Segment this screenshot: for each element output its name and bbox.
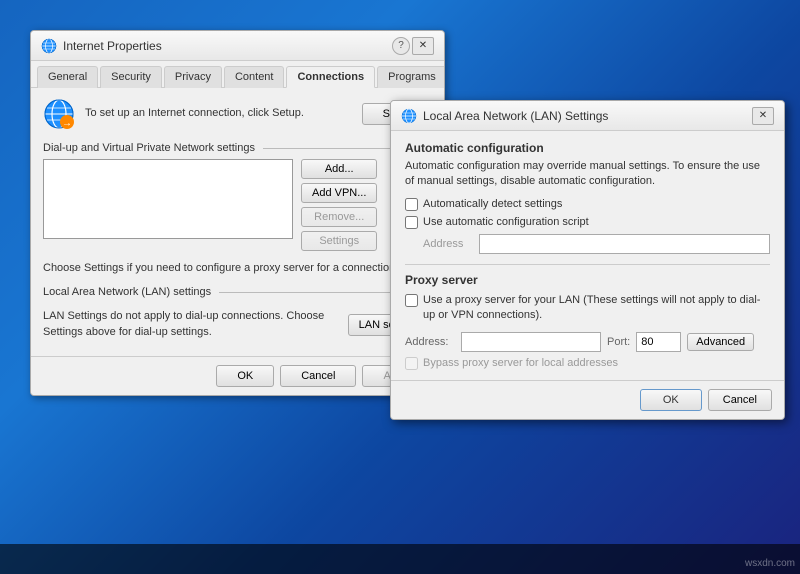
proxy-description: Choose Settings if you need to configure…	[43, 261, 432, 276]
help-button[interactable]: ?	[392, 37, 410, 55]
lan-section: Local Area Network (LAN) settings LAN Se…	[43, 286, 432, 346]
add-button[interactable]: Add...	[301, 159, 377, 179]
proxy-server-title: Proxy server	[405, 273, 770, 287]
internet-properties-footer: OK Cancel Apply	[31, 356, 444, 395]
tab-privacy[interactable]: Privacy	[164, 66, 222, 88]
port-input[interactable]	[636, 332, 681, 352]
lan-titlebar: Local Area Network (LAN) Settings ✕	[391, 101, 784, 131]
setup-description: To set up an Internet connection, click …	[85, 106, 352, 121]
watermark: wsxdn.com	[745, 558, 795, 569]
connections-tab-body: → To set up an Internet connection, clic…	[31, 88, 444, 356]
add-vpn-button[interactable]: Add VPN...	[301, 183, 377, 203]
auto-script-row: Use automatic configuration script	[405, 216, 770, 229]
script-address-input[interactable]	[479, 234, 770, 254]
lan-titlebar-controls: ✕	[752, 107, 774, 125]
auto-config-section: Automatic configuration Automatic config…	[405, 141, 770, 254]
address-label: Address	[423, 238, 471, 250]
proxy-address-input[interactable]	[461, 332, 601, 352]
port-label: Port:	[607, 336, 630, 348]
lan-dialog-icon	[401, 108, 417, 124]
lan-close-button[interactable]: ✕	[752, 107, 774, 125]
internet-properties-icon	[41, 38, 57, 54]
lan-description: LAN Settings do not apply to dial-up con…	[43, 309, 338, 340]
auto-script-label[interactable]: Use automatic configuration script	[423, 216, 589, 228]
dial-up-section-heading: Dial-up and Virtual Private Network sett…	[43, 142, 432, 154]
lan-cancel-button[interactable]: Cancel	[708, 389, 772, 411]
lan-dialog-body: Automatic configuration Automatic config…	[391, 131, 784, 380]
script-address-row: Address	[423, 234, 770, 254]
settings-button[interactable]: Settings	[301, 231, 377, 251]
internet-properties-dialog: Internet Properties ? ✕ General Security…	[30, 30, 445, 396]
lan-dialog-title: Local Area Network (LAN) Settings	[423, 109, 608, 123]
setup-globe-icon: →	[43, 98, 75, 130]
svg-text:→: →	[62, 118, 72, 129]
titlebar-controls: ? ✕	[392, 37, 434, 55]
auto-detect-checkbox[interactable]	[405, 198, 418, 211]
tab-general[interactable]: General	[37, 66, 98, 88]
vpn-section: Add... Add VPN... Remove... Settings	[43, 159, 432, 251]
internet-properties-title: Internet Properties	[63, 39, 162, 53]
proxy-addr-row: Address: Port: Advanced	[405, 332, 770, 352]
lan-ok-button[interactable]: OK	[640, 389, 702, 411]
lan-section-heading: Local Area Network (LAN) settings	[43, 286, 432, 298]
proxy-address-label: Address:	[405, 336, 455, 348]
auto-detect-label[interactable]: Automatically detect settings	[423, 198, 562, 210]
proxy-enable-checkbox[interactable]	[405, 294, 418, 307]
vpn-listbox[interactable]	[43, 159, 293, 239]
lan-titlebar-left: Local Area Network (LAN) Settings	[401, 108, 608, 124]
auto-config-title: Automatic configuration	[405, 141, 770, 155]
ok-button[interactable]: OK	[216, 365, 274, 387]
proxy-enable-label[interactable]: Use a proxy server for your LAN (These s…	[423, 293, 770, 324]
tab-programs[interactable]: Programs	[377, 66, 445, 88]
auto-config-desc: Automatic configuration may override man…	[405, 159, 770, 190]
tab-connections[interactable]: Connections	[286, 66, 375, 88]
auto-detect-row: Automatically detect settings	[405, 198, 770, 211]
divider	[405, 264, 770, 265]
advanced-button[interactable]: Advanced	[687, 333, 754, 351]
tab-content[interactable]: Content	[224, 66, 285, 88]
tabs-row: General Security Privacy Content Connect…	[31, 61, 444, 88]
close-button[interactable]: ✕	[412, 37, 434, 55]
lan-dialog-footer: OK Cancel	[391, 380, 784, 419]
titlebar-left: Internet Properties	[41, 38, 162, 54]
tab-security[interactable]: Security	[100, 66, 162, 88]
cancel-button[interactable]: Cancel	[280, 365, 356, 387]
taskbar: wsxdn.com	[0, 544, 800, 574]
auto-script-checkbox[interactable]	[405, 216, 418, 229]
lan-settings-dialog: Local Area Network (LAN) Settings ✕ Auto…	[390, 100, 785, 420]
bypass-label: Bypass proxy server for local addresses	[423, 357, 618, 369]
lan-row: LAN Settings do not apply to dial-up con…	[43, 303, 432, 346]
proxy-server-section: Proxy server Use a proxy server for your…	[405, 273, 770, 370]
setup-row: → To set up an Internet connection, clic…	[43, 98, 432, 130]
vpn-buttons: Add... Add VPN... Remove... Settings	[301, 159, 377, 251]
bypass-checkbox[interactable]	[405, 357, 418, 370]
internet-properties-titlebar: Internet Properties ? ✕	[31, 31, 444, 61]
proxy-check-row: Use a proxy server for your LAN (These s…	[405, 293, 770, 324]
bypass-row: Bypass proxy server for local addresses	[405, 357, 770, 370]
remove-button[interactable]: Remove...	[301, 207, 377, 227]
